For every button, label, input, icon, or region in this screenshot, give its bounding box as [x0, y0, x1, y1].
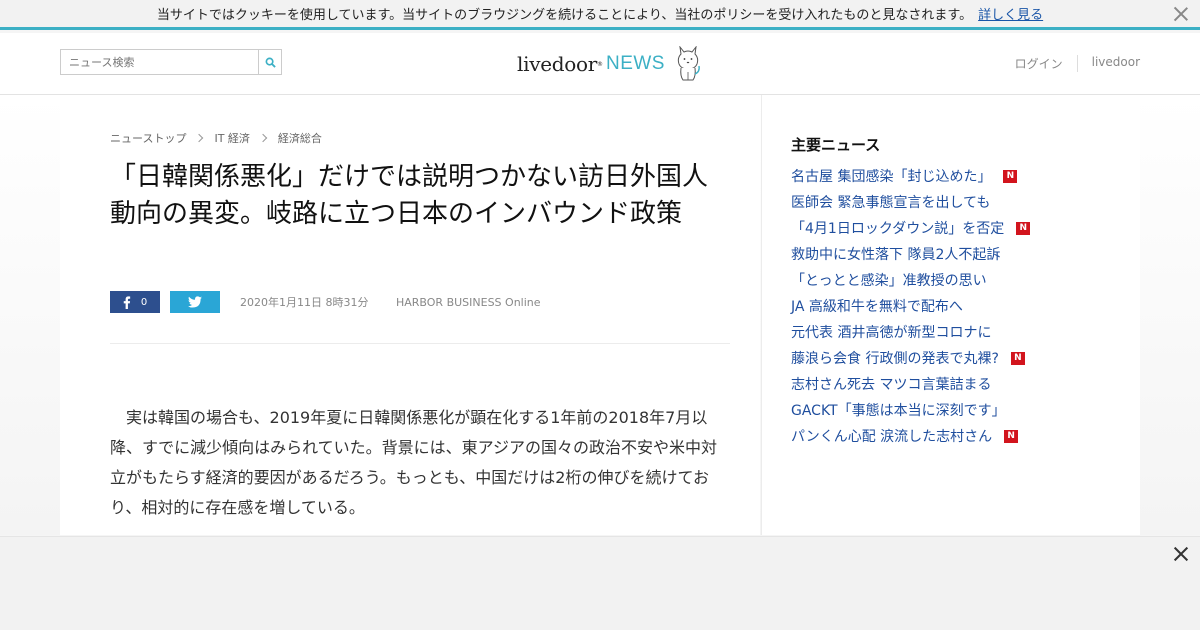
cookie-more-link[interactable]: 詳しく見る: [978, 4, 1043, 23]
news-link[interactable]: パンくん心配 涙流した志村さん: [791, 426, 992, 446]
news-link[interactable]: 「とっとと感染」准教授の思い: [791, 270, 987, 290]
ad-banner: [0, 536, 1200, 630]
article-date: 2020年1月11日 8時31分: [240, 296, 369, 309]
news-link[interactable]: 藤浪ら会食 行政側の発表で丸裸?: [791, 348, 999, 368]
cookie-message: 当サイトではクッキーを使用しています。当サイトのブラウジングを続けることにより、…: [156, 8, 973, 23]
share-bar: 0 2020年1月11日 8時31分 HARBOR BUSINESS Onlin…: [110, 291, 541, 313]
news-link[interactable]: 医師会 緊急事態宣言を出しても: [791, 192, 990, 212]
twitter-share-button[interactable]: [170, 291, 220, 313]
search-input[interactable]: [60, 49, 258, 75]
site-logo[interactable]: livedoor ® NEWS: [517, 44, 703, 84]
article-body: 実は韓国の場合も、2019年夏に日韓関係悪化が顕在化する1年前の2018年7月以…: [110, 408, 718, 517]
sidebar: 主要ニュース 名古屋 集団感染「封じ込めた」 N 医師会 緊急事態宣言を出しても …: [761, 95, 1140, 535]
logo-news: NEWS: [605, 53, 665, 74]
dog-mascot-icon: [677, 46, 700, 81]
chevron-right-icon: [195, 133, 204, 143]
news-link[interactable]: 名古屋 集団感染「封じ込めた」: [791, 166, 991, 186]
main-news-list: 名古屋 集団感染「封じ込めた」 N 医師会 緊急事態宣言を出しても 「4月1日ロッ…: [791, 163, 1031, 449]
news-list-item[interactable]: JA 高級和牛を無料で配布へ: [791, 293, 1030, 319]
header-links: ログイン livedoor: [1001, 55, 1140, 72]
site-header: livedoor® NEWS ログイン livedoor: [0, 33, 1200, 95]
news-list-item[interactable]: 藤浪ら会食 行政側の発表で丸裸? N: [791, 345, 1030, 371]
chevron-right-icon: [258, 133, 268, 143]
breadcrumb-item-it-economy[interactable]: IT 経済: [214, 130, 249, 146]
article-meta: 2020年1月11日 8時31分 HARBOR BUSINESS Online: [240, 294, 541, 310]
article-title: 「日韓関係悪化」だけでは説明つかない訪日外国人動向の異変。岐路に立つ日本のインバ…: [110, 162, 709, 229]
news-list-item[interactable]: 志村さん死去 マツコ言葉詰まる: [791, 371, 1030, 397]
search-icon: [265, 57, 276, 68]
breadcrumb-item-top[interactable]: ニューストップ: [110, 130, 186, 146]
news-link[interactable]: GACKT「事態は本当に深刻です」: [791, 400, 1006, 420]
search-button[interactable]: [258, 49, 282, 75]
news-list-item[interactable]: 「とっとと感染」准教授の思い: [791, 267, 1030, 293]
breadcrumb: ニューストップ IT 経済 経済総合: [110, 130, 322, 146]
new-badge: N: [1016, 221, 1031, 235]
breadcrumb-item-economy[interactable]: 経済総合: [278, 130, 322, 146]
cookie-close-icon[interactable]: [1172, 5, 1190, 23]
new-badge: N: [1004, 429, 1019, 443]
facebook-icon: [123, 295, 130, 309]
main-news-heading: 主要ニュース: [791, 136, 881, 154]
news-list-item[interactable]: GACKT「事態は本当に深刻です」: [791, 397, 1030, 423]
news-link[interactable]: 「4月1日ロックダウン説」を否定: [791, 218, 1004, 238]
news-list-item[interactable]: 元代表 酒井高徳が新型コロナに: [791, 319, 1030, 345]
facebook-share-button[interactable]: 0: [110, 291, 160, 313]
search-form: [60, 49, 282, 75]
new-badge: N: [1003, 169, 1018, 183]
article-source[interactable]: HARBOR BUSINESS Online: [396, 296, 541, 309]
new-badge: N: [1010, 351, 1025, 365]
news-list-item[interactable]: 名古屋 集団感染「封じ込めた」 N: [791, 163, 1030, 189]
login-link[interactable]: ログイン: [1001, 55, 1077, 72]
divider: [110, 343, 730, 344]
article-column: ニューストップ IT 経済 経済総合 「日韓関係悪化」だけでは説明つかない訪日外…: [60, 95, 760, 535]
logo-livedoor: livedoor: [517, 52, 597, 76]
facebook-share-count: 0: [140, 296, 148, 308]
news-link[interactable]: 元代表 酒井高徳が新型コロナに: [791, 322, 991, 342]
news-list-item[interactable]: パンくん心配 涙流した志村さん N: [791, 423, 1030, 449]
twitter-icon: [188, 296, 202, 308]
livedoor-link[interactable]: livedoor: [1076, 55, 1140, 72]
news-link[interactable]: 救助中に女性落下 隊員2人不起訴: [791, 244, 1000, 264]
news-list-item[interactable]: 救助中に女性落下 隊員2人不起訴: [791, 241, 1030, 267]
news-list-item[interactable]: 「4月1日ロックダウン説」を否定 N: [791, 215, 1031, 241]
page-content: ニューストップ IT 経済 経済総合 「日韓関係悪化」だけでは説明つかない訪日外…: [0, 95, 1200, 535]
news-link[interactable]: 志村さん死去 マツコ言葉詰まる: [791, 374, 991, 394]
news-list-item[interactable]: 医師会 緊急事態宣言を出しても: [791, 189, 1030, 215]
news-link[interactable]: JA 高級和牛を無料で配布へ: [791, 296, 963, 316]
logo-reg-mark: ®: [596, 60, 603, 68]
cookie-banner: 当サイトではクッキーを使用しています。当サイトのブラウジングを続けることにより、…: [0, 0, 1200, 30]
close-icon[interactable]: [1172, 545, 1190, 563]
